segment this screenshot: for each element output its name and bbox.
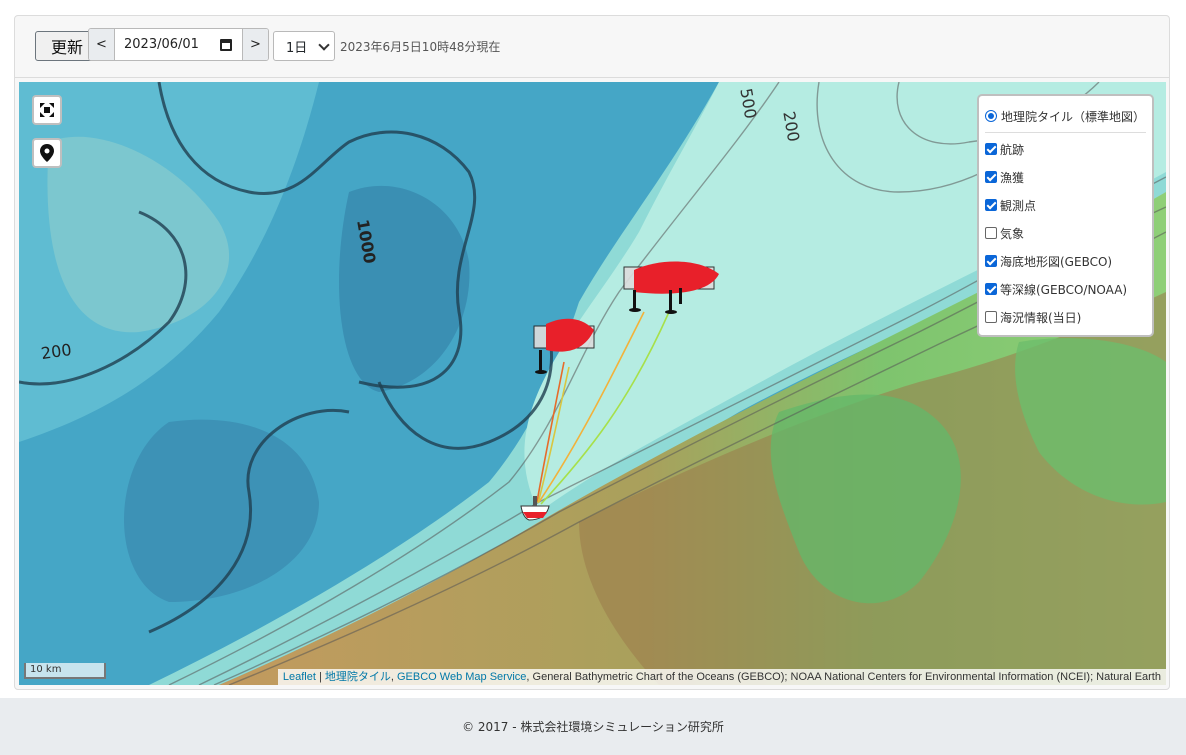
next-date-button[interactable]: > (242, 29, 268, 60)
leaflet-link[interactable]: Leaflet (283, 671, 316, 683)
overlay-checkbox[interactable] (985, 171, 997, 183)
overlay-label: 航跡 (1000, 142, 1025, 157)
overlay-option-sea-conditions[interactable]: 海況情報(当日) (985, 303, 1146, 331)
date-value: 2023/06/01 (124, 37, 199, 52)
base-layer-radio[interactable] (985, 110, 997, 122)
previous-date-button[interactable]: < (89, 29, 115, 60)
calendar-icon[interactable] (220, 38, 232, 51)
footer: © 2017 - 株式会社環境シミュレーション研究所 (0, 698, 1186, 755)
layer-separator (985, 132, 1146, 133)
date-picker-group: < 2023/06/01 > (88, 28, 269, 61)
overlay-checkbox[interactable] (985, 255, 997, 267)
gebco-wms-link[interactable]: GEBCO Web Map Service (397, 671, 526, 683)
overlay-option-isobath[interactable]: 等深線(GEBCO/NOAA) (985, 275, 1146, 303)
layer-control: 地理院タイル（標準地図） 航跡 漁獲 観測点 気象 海底地形図(GEBCO) 等… (977, 94, 1154, 337)
overlay-option-gebco-topo[interactable]: 海底地形図(GEBCO) (985, 247, 1146, 275)
gsi-tiles-link[interactable]: 地理院タイル (325, 671, 391, 683)
base-layer-label: 地理院タイル（標準地図） (1001, 109, 1146, 124)
map-attribution: Leaflet | 地理院タイル, GEBCO Web Map Service,… (277, 669, 1166, 685)
period-select[interactable]: 1日 (273, 31, 335, 61)
update-status: 2023年6月5日10時48分現在 (340, 40, 501, 54)
attribution-separator: | (315, 671, 325, 683)
map-pin-icon (40, 144, 54, 162)
overlay-option-track[interactable]: 航跡 (985, 135, 1146, 163)
overlay-label: 観測点 (1000, 198, 1037, 213)
fullscreen-icon (40, 103, 54, 117)
base-layer-option[interactable]: 地理院タイル（標準地図） (985, 102, 1146, 130)
map-view[interactable]: 500 200 1000 200 地理院タイル（標準地図） 航跡 漁獲 観測点 … (19, 82, 1166, 685)
overlay-label: 海況情報(当日) (1000, 310, 1082, 325)
overlay-checkbox[interactable] (985, 283, 997, 295)
attribution-text: , General Bathymetric Chart of the Ocean… (526, 671, 1161, 683)
footer-copyright: © 2017 - 株式会社環境シミュレーション研究所 (462, 720, 724, 734)
main-card: 更新 < 2023/06/01 > 1日 2023年6月5日10時48分現在 5… (14, 15, 1170, 690)
overlay-label: 等深線(GEBCO/NOAA) (1000, 282, 1128, 297)
overlay-option-observation[interactable]: 観測点 (985, 191, 1146, 219)
overlay-option-catch[interactable]: 漁獲 (985, 163, 1146, 191)
overlay-label: 気象 (1000, 226, 1025, 241)
fullscreen-button[interactable] (32, 95, 62, 125)
period-select-value: 1日 (286, 40, 308, 56)
overlay-label: 漁獲 (1000, 170, 1025, 185)
overlay-checkbox[interactable] (985, 143, 997, 155)
locate-button[interactable] (32, 138, 62, 168)
overlay-checkbox[interactable] (985, 199, 997, 211)
overlay-checkbox[interactable] (985, 311, 997, 323)
overlay-label: 海底地形図(GEBCO) (1000, 254, 1113, 269)
overlay-option-weather[interactable]: 気象 (985, 219, 1146, 247)
overlay-checkbox[interactable] (985, 227, 997, 239)
chevron-down-icon (318, 39, 330, 51)
date-input[interactable]: 2023/06/01 (115, 29, 242, 60)
toolbar: 更新 < 2023/06/01 > 1日 2023年6月5日10時48分現在 (15, 16, 1169, 78)
map-scale: 10 km (24, 663, 106, 679)
